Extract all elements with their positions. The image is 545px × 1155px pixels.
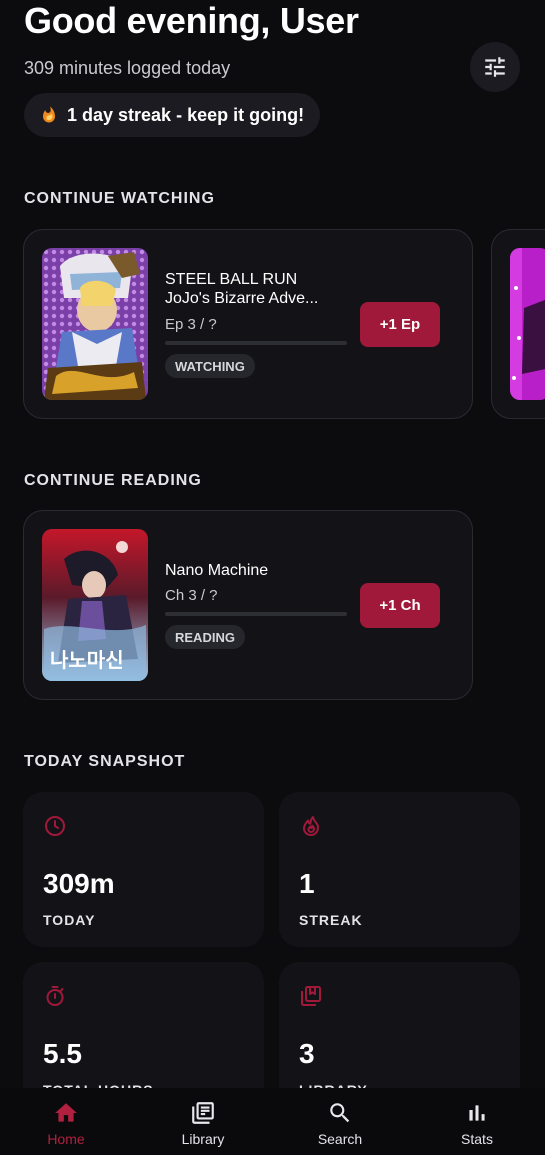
search-icon (330, 1103, 350, 1123)
increment-episode-button[interactable]: +1 Ep (360, 302, 440, 347)
section-title-today-snapshot: TODAY SNAPSHOT (24, 753, 186, 770)
chapter-progress-text: Ch 3 / ? (165, 587, 218, 604)
bottom-navigation: Home Library Search Stats (0, 1088, 545, 1155)
stat-label-streak: STREAK (299, 912, 363, 928)
anime-cover-image-partial[interactable] (510, 248, 545, 400)
anime-title-line2[interactable]: JoJo's Bizarre Adve... (165, 289, 318, 309)
nav-library[interactable]: Library (153, 1100, 253, 1150)
anime-title-line1[interactable]: STEEL BALL RUN (165, 270, 297, 290)
sliders-icon (485, 57, 505, 77)
section-title-continue-watching: CONTINUE WATCHING (24, 190, 215, 207)
increment-chapter-button[interactable]: +1 Ch (360, 583, 440, 628)
next-watching-card-partial[interactable] (491, 229, 545, 419)
nav-library-label: Library (181, 1131, 225, 1147)
manga-title[interactable]: Nano Machine (165, 561, 268, 581)
streak-text: 1 day streak - keep it going! (67, 104, 305, 125)
stat-card-today: 309m TODAY (23, 792, 264, 947)
filter-settings-button[interactable] (470, 42, 520, 92)
episode-progress-bar (165, 341, 347, 345)
chapter-progress-bar (165, 612, 347, 616)
bar-chart-icon (469, 1105, 485, 1121)
nav-stats[interactable]: Stats (427, 1100, 527, 1150)
nav-home-label: Home (47, 1131, 85, 1147)
svg-text:나노마신: 나노마신 (50, 648, 124, 672)
stat-value-library: 3 (299, 1038, 315, 1069)
reading-status-badge: READING (165, 625, 245, 649)
episode-progress-text: Ep 3 / ? (165, 316, 217, 333)
streak-chip: 1 day streak - keep it going! (24, 93, 321, 137)
watching-status-badge: WATCHING (165, 354, 255, 378)
nav-stats-label: Stats (461, 1131, 493, 1147)
nav-search[interactable]: Search (290, 1100, 390, 1150)
nav-search-label: Search (317, 1131, 363, 1147)
nav-home[interactable]: Home (16, 1100, 116, 1150)
library-icon (192, 1102, 214, 1124)
timer-icon (46, 986, 64, 1006)
stat-value-total-hours: 5.5 (43, 1038, 82, 1069)
manga-cover-image[interactable]: 나노마신 (42, 529, 148, 681)
watching-card[interactable]: STEEL BALL RUN JoJo's Bizarre Adve... Ep… (23, 229, 473, 419)
stat-value-streak: 1 (299, 868, 315, 899)
stat-card-streak: 1 STREAK (279, 792, 520, 947)
stat-value-today: 309m (43, 868, 115, 899)
flame-icon (303, 816, 319, 836)
stat-label-today: TODAY (43, 912, 96, 928)
anime-cover-image[interactable] (42, 248, 148, 400)
clock-icon (45, 816, 65, 836)
flame-icon (43, 106, 55, 123)
reading-card[interactable]: 나노마신 Nano Machine Ch 3 / ? READING +1 Ch (23, 510, 473, 700)
greeting-title: Good evening, User (24, 0, 359, 41)
minutes-logged-text: 309 minutes logged today (24, 58, 231, 78)
section-title-continue-reading: CONTINUE READING (24, 472, 202, 489)
home-icon (55, 1103, 77, 1122)
library-stack-icon (301, 986, 321, 1006)
home-screen: Good evening, User 309 minutes logged to… (0, 0, 545, 1155)
